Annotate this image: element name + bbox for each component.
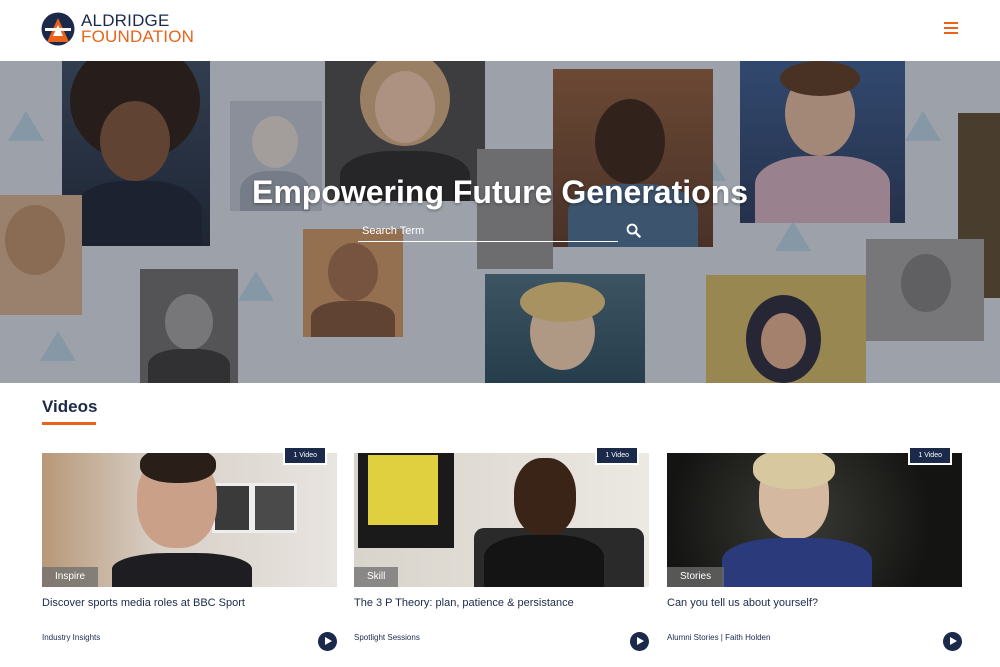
logo-line-2: FOUNDATION: [81, 27, 195, 46]
video-thumbnail[interactable]: Stories: [667, 453, 962, 587]
video-thumbnail[interactable]: Skill: [354, 453, 649, 587]
video-count-badge: 1 Video: [595, 446, 639, 465]
play-icon[interactable]: [318, 632, 337, 651]
video-card[interactable]: 1 Video Stories Can you tell us about yo…: [667, 446, 962, 651]
site-logo[interactable]: ALDRIDGE FOUNDATION: [41, 12, 194, 46]
video-thumbnail[interactable]: Inspire: [42, 453, 337, 587]
search-input[interactable]: [358, 220, 618, 242]
category-tag: Skill: [354, 567, 399, 587]
video-card[interactable]: 1 Video Inspire Discover sports media ro…: [42, 446, 337, 651]
video-meta: Alumni Stories | Faith Holden: [667, 633, 771, 642]
hero-banner: Empowering Future Generations: [0, 61, 1000, 383]
site-header: ALDRIDGE FOUNDATION: [0, 0, 1000, 61]
logo-text: ALDRIDGE FOUNDATION: [81, 12, 195, 46]
videos-heading: Videos: [42, 397, 98, 416]
video-title[interactable]: Discover sports media roles at BBC Sport: [42, 597, 332, 609]
video-card[interactable]: 1 Video Skill The 3 P Theory: plan, pati…: [354, 446, 649, 651]
hamburger-menu-icon[interactable]: [944, 22, 958, 34]
logo-mark-icon: [41, 12, 75, 46]
video-meta: Spotlight Sessions: [354, 633, 420, 642]
search-bar: [358, 220, 642, 244]
video-count-badge: 1 Video: [908, 446, 952, 465]
video-title[interactable]: Can you tell us about yourself?: [667, 597, 957, 609]
category-tag: Stories: [667, 567, 725, 587]
video-title[interactable]: The 3 P Theory: plan, patience & persist…: [354, 597, 644, 609]
video-meta: Industry Insights: [42, 633, 101, 642]
category-tag: Inspire: [42, 567, 99, 587]
search-icon[interactable]: [626, 223, 641, 238]
hero-title: Empowering Future Generations: [251, 174, 749, 210]
play-icon[interactable]: [630, 632, 649, 651]
heading-underline: [42, 422, 96, 425]
play-icon[interactable]: [943, 632, 962, 651]
video-count-badge: 1 Video: [283, 446, 327, 465]
